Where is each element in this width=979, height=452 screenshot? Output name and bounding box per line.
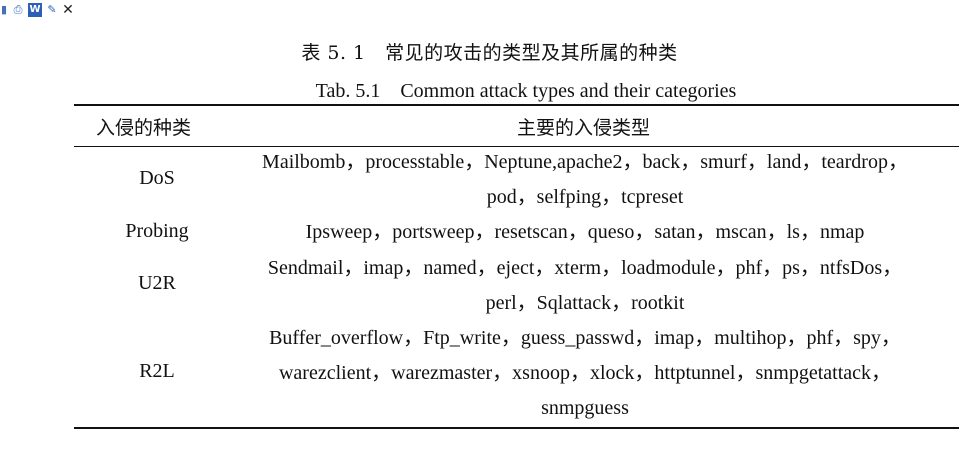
save-icon[interactable]: ▮ bbox=[0, 3, 8, 17]
edit-icon[interactable]: ✎ bbox=[45, 3, 59, 17]
table-caption-en: Tab. 5.1 Common attack types and their c… bbox=[315, 80, 737, 102]
row-r2l-category: R2L bbox=[139, 360, 175, 382]
types-line: Buffer_overflow，Ftp_write，guess_passwd，i… bbox=[269, 327, 901, 349]
row-dos-types: Mailbomb，processtable，Neptune,apache2，ba… bbox=[225, 145, 945, 215]
row-u2r-types: Sendmail，imap，named，eject，xterm，loadmodu… bbox=[225, 251, 945, 321]
types-line: pod，selfping，tcpreset bbox=[486, 186, 684, 208]
row-r2l-types: Buffer_overflow，Ftp_write，guess_passwd，i… bbox=[225, 321, 945, 426]
types-line: Mailbomb，processtable，Neptune,apache2，ba… bbox=[262, 151, 908, 173]
word-icon[interactable]: W bbox=[28, 3, 42, 17]
types-line: Sendmail，imap，named，eject，xterm，loadmodu… bbox=[267, 257, 903, 279]
row-dos-category: DoS bbox=[139, 167, 175, 189]
types-line: warezclient，warezmaster，xsnoop，xlock，htt… bbox=[278, 362, 892, 384]
row-probing-category: Probing bbox=[125, 220, 189, 242]
header-category: 入侵的种类 bbox=[96, 117, 192, 139]
table-top-rule bbox=[74, 104, 959, 106]
row-u2r-category: U2R bbox=[138, 272, 176, 294]
print-icon[interactable]: ⎙ bbox=[11, 3, 25, 17]
table-bottom-rule bbox=[74, 427, 959, 429]
types-line: Ipsweep，portsweep，resetscan，queso，satan，… bbox=[305, 221, 865, 243]
types-line: snmpguess bbox=[541, 397, 629, 419]
close-icon[interactable]: ✕ bbox=[62, 3, 74, 17]
document-toolbar: ▮ ⎙ W ✎ ✕ bbox=[0, 0, 74, 20]
types-line: perl，Sqlattack，rootkit bbox=[485, 292, 685, 314]
table-caption-cn: 表 5. 1 常见的攻击的类型及其所属的种类 bbox=[301, 42, 678, 64]
row-probing-types: Ipsweep，portsweep，resetscan，queso，satan，… bbox=[225, 215, 945, 250]
header-attack-types: 主要的入侵类型 bbox=[517, 117, 651, 139]
